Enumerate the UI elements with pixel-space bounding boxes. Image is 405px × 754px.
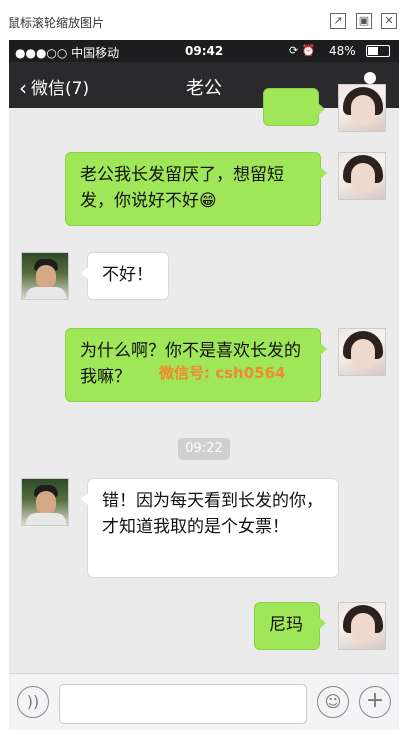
viewer-title: 鼠标滚轮缩放图片 [8,16,105,30]
chat-screenshot: ●●●○○ 中国移动 09:42 ⟳ ⏰ 48% ‹ 微信(7) 老公 老公我长发… [9,40,399,730]
timestamp-badge: 09:22 [178,438,230,460]
carrier-label: ●●●○○ 中国移动 [15,46,120,60]
viewer-toolbar: 鼠标滚轮缩放图片 ↗ ▣ ✕ [0,0,405,40]
close-icon[interactable]: ✕ [381,13,397,29]
message-input[interactable] [59,684,307,724]
status-bar: ●●●○○ 中国移动 09:42 ⟳ ⏰ 48% [9,40,399,62]
emoji-icon[interactable]: ☺ [317,686,349,718]
message-bubble-partial [263,88,325,126]
voice-icon[interactable]: )) [17,686,49,718]
image-viewer: 鼠标滚轮缩放图片 ↗ ▣ ✕ ●●●○○ 中国移动 09:42 ⟳ ⏰ 48% … [0,0,405,754]
status-icons: ⟳ ⏰ [289,44,316,57]
avatar-me[interactable] [338,328,386,376]
maximize-icon[interactable]: ▣ [356,13,372,29]
battery-icon [366,45,390,57]
status-time: 09:42 [185,44,224,58]
battery-percent: 48% [329,44,356,58]
input-bar: )) ☺ + [9,673,399,730]
plus-icon[interactable]: + [359,686,391,718]
message-bubble-sent[interactable]: 老公我长发留厌了，想留短发，你说好不好😁 [65,152,327,226]
avatar-contact[interactable] [21,478,69,526]
avatar-me[interactable] [338,152,386,200]
message-bubble-received[interactable]: 错！因为每天看到长发的你，才知道我取的是个女票！ [81,478,339,578]
export-icon[interactable]: ↗ [330,13,346,29]
message-bubble-sent[interactable]: 尼玛 [254,602,326,650]
avatar-me[interactable] [338,84,386,132]
message-bubble-received[interactable]: 不好！ [81,252,169,300]
watermark-text: 微信号: csh0564 [159,364,286,382]
avatar-me[interactable] [338,602,386,650]
avatar-contact[interactable] [21,252,69,300]
message-list: 老公我长发留厌了，想留短发，你说好不好😁 不好！ 为什么啊？你不是喜欢长发的我嘛… [9,84,399,673]
